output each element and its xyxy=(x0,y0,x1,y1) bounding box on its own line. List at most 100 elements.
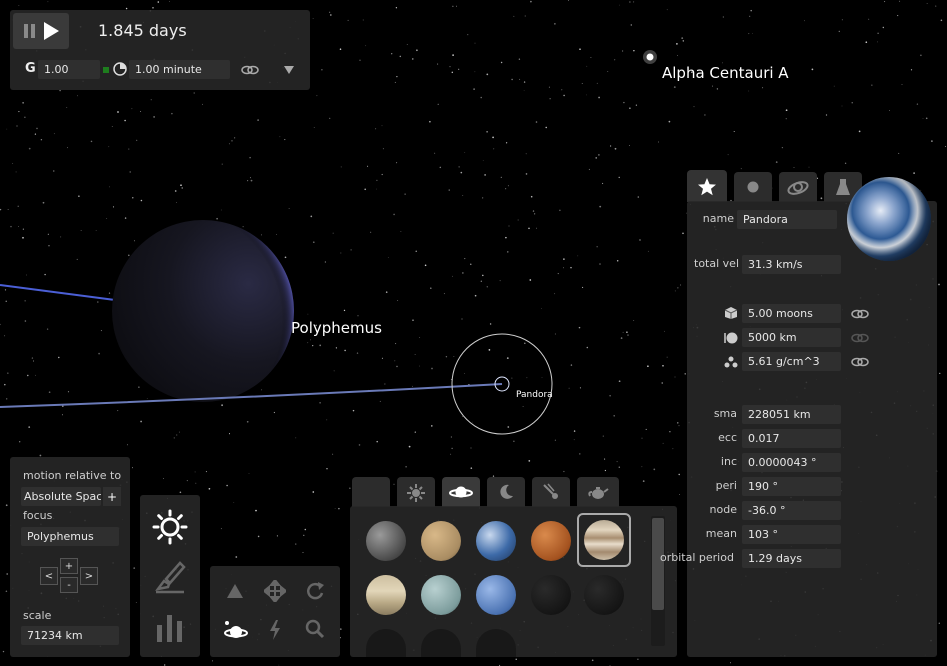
lightning-icon[interactable] xyxy=(264,618,286,642)
zoom-out-button[interactable]: - xyxy=(60,577,78,593)
timestep-input[interactable]: 1.00 minute xyxy=(129,60,230,79)
zoom-icon[interactable] xyxy=(304,618,326,640)
radius-link-icon[interactable] xyxy=(851,331,869,345)
node-label: node xyxy=(709,503,737,516)
scale-label: scale xyxy=(23,609,52,622)
ecc-label: ecc xyxy=(718,431,737,444)
star-label[interactable]: Alpha Centauri A xyxy=(662,64,789,82)
sun-icon[interactable] xyxy=(152,509,188,545)
template-neptune[interactable] xyxy=(476,575,516,615)
inc-input[interactable]: 0.0000043 ° xyxy=(742,453,841,472)
name-label: name xyxy=(702,212,734,225)
bar-chart-icon[interactable] xyxy=(152,609,188,645)
link-icon[interactable] xyxy=(241,63,259,77)
star-glow xyxy=(643,50,657,64)
focus-next-button[interactable]: > xyxy=(80,567,98,585)
orbit-icon xyxy=(786,178,810,196)
template-mars[interactable] xyxy=(531,521,571,561)
template-scrollbar-thumb[interactable] xyxy=(652,518,664,610)
template-dark-3[interactable] xyxy=(366,629,406,657)
tab-body[interactable] xyxy=(734,172,772,202)
scale-input[interactable]: 71234 km xyxy=(21,626,119,645)
gravity-input[interactable]: 1.00 xyxy=(38,60,100,79)
elapsed-time: 1.845 days xyxy=(98,21,187,40)
sphere-icon xyxy=(724,331,738,345)
sma-input[interactable]: 228051 km xyxy=(742,405,841,424)
move-icon[interactable] xyxy=(264,580,286,602)
view-settings-panel: motion relative to Absolute Spac + focus… xyxy=(10,457,130,657)
template-dark-2[interactable] xyxy=(584,575,624,615)
tab-stars[interactable] xyxy=(397,477,435,507)
mass-input[interactable]: 5.00 moons xyxy=(742,304,841,323)
mean-label: mean xyxy=(705,527,737,540)
orbital-period-input[interactable]: 1.29 days xyxy=(742,549,841,568)
status-indicator xyxy=(103,67,109,73)
body-preview-globe xyxy=(847,177,931,261)
tab-planets[interactable] xyxy=(442,477,480,507)
mean-input[interactable]: 103 ° xyxy=(742,525,841,544)
planet-icon[interactable] xyxy=(222,618,248,644)
polyphemus-rim xyxy=(112,220,294,402)
comet-icon xyxy=(542,483,560,501)
template-rocky-gray[interactable] xyxy=(366,521,406,561)
peri-input[interactable]: 190 ° xyxy=(742,477,841,496)
motion-relative-label: motion relative to xyxy=(23,469,122,482)
playback-controls xyxy=(13,13,69,49)
focus-label: focus xyxy=(23,509,53,522)
name-input[interactable]: Pandora xyxy=(737,210,837,229)
radius-input[interactable]: 5000 km xyxy=(742,328,841,347)
template-earth[interactable] xyxy=(476,521,516,561)
focus-prev-button[interactable]: < xyxy=(40,567,58,585)
density-link-icon[interactable] xyxy=(851,355,869,369)
play-icon[interactable] xyxy=(40,21,62,41)
clock-icon xyxy=(113,62,127,76)
orbit-trail-planet xyxy=(0,284,116,301)
template-dark-5[interactable] xyxy=(476,629,516,657)
inc-label: inc xyxy=(720,455,737,468)
template-saturn[interactable] xyxy=(366,575,406,615)
total-vel-input[interactable]: 31.3 km/s xyxy=(742,255,841,274)
time-control-panel: 1.845 days G 1.00 1.00 minute xyxy=(10,10,310,90)
gravity-label: G xyxy=(25,61,36,76)
tab-moons[interactable] xyxy=(487,477,525,507)
total-vel-label: total vel xyxy=(694,257,739,270)
density-input[interactable]: 5.61 g/cm^3 xyxy=(742,352,841,371)
node-input[interactable]: -36.0 ° xyxy=(742,501,841,520)
motion-add-button[interactable]: + xyxy=(103,487,121,506)
teapot-icon xyxy=(587,483,609,501)
ecc-input[interactable]: 0.017 xyxy=(742,429,841,448)
rotate-icon[interactable] xyxy=(304,580,326,602)
triangle-icon[interactable] xyxy=(224,580,246,602)
body-info-panel: name Pandora total vel 31.3 km/s 5.00 mo… xyxy=(660,201,937,657)
saturn-icon xyxy=(449,482,473,502)
zoom-in-button[interactable]: + xyxy=(60,558,78,574)
molecule-icon xyxy=(724,355,738,369)
planet-label[interactable]: Polyphemus xyxy=(291,319,382,337)
sma-label: sma xyxy=(713,407,737,420)
cube-icon xyxy=(724,306,738,320)
motion-relative-input[interactable]: Absolute Spac xyxy=(21,487,101,506)
brush-icon[interactable] xyxy=(152,559,188,595)
template-dark-4[interactable] xyxy=(421,629,461,657)
template-jupiter[interactable] xyxy=(584,520,624,560)
template-desert[interactable] xyxy=(421,521,461,561)
tab-properties[interactable] xyxy=(687,170,727,202)
tab-orbit[interactable] xyxy=(779,172,817,202)
pause-icon[interactable] xyxy=(20,21,40,41)
template-uranus[interactable] xyxy=(421,575,461,615)
focus-input[interactable]: Polyphemus xyxy=(21,527,119,546)
dropdown-icon[interactable] xyxy=(282,64,296,76)
mode-toolbar xyxy=(140,495,200,657)
body-template-grid xyxy=(350,506,677,657)
tab-blank[interactable] xyxy=(352,477,390,507)
template-scrollbar-track[interactable] xyxy=(651,516,665,646)
peri-label: peri xyxy=(715,479,737,492)
orbital-period-label: orbital period xyxy=(660,551,734,564)
template-dark-1[interactable] xyxy=(531,575,571,615)
edit-tools-panel xyxy=(210,566,340,657)
moon-label[interactable]: Pandora xyxy=(516,390,553,400)
mass-link-icon[interactable] xyxy=(851,307,869,321)
tab-comets[interactable] xyxy=(532,477,570,507)
tab-misc[interactable] xyxy=(577,477,619,507)
circle-icon xyxy=(746,180,760,194)
